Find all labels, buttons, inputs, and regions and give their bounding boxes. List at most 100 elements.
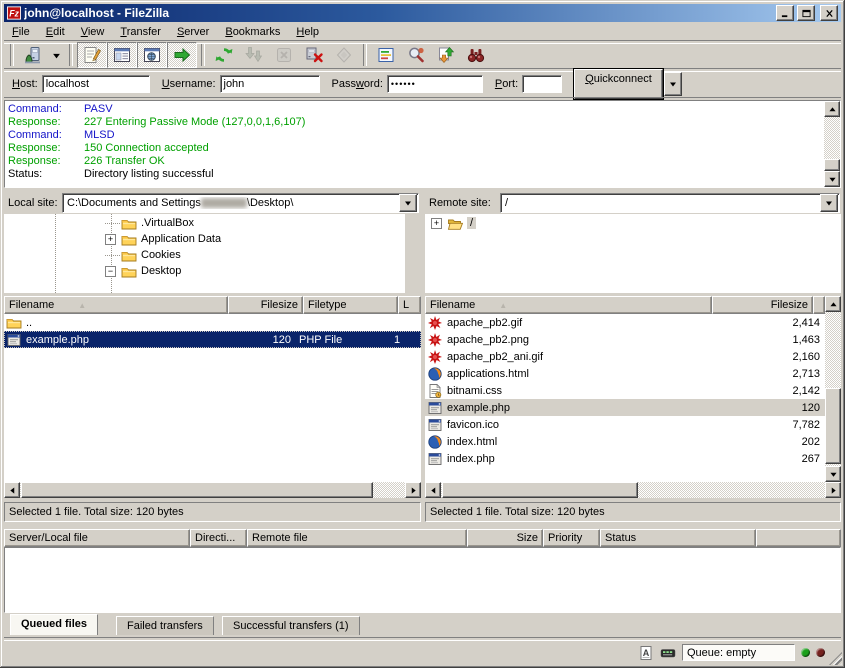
- speed-limit-icon[interactable]: [660, 645, 676, 661]
- toggle-transfer-queue-button[interactable]: [167, 42, 197, 68]
- close-icon: [825, 9, 834, 18]
- file-row-index-php[interactable]: index.php267: [425, 450, 825, 467]
- local-col-filesize[interactable]: Filesize: [228, 296, 303, 314]
- local-site-dropdown[interactable]: [399, 194, 417, 212]
- sync-browse-button[interactable]: [431, 42, 461, 68]
- tree-expander-plus-icon[interactable]: +: [431, 218, 442, 229]
- scroll-down-icon[interactable]: [824, 171, 840, 187]
- message-log-scrollbar[interactable]: [824, 101, 840, 187]
- toggle-message-log-button[interactable]: [77, 42, 107, 68]
- queue-col-priority[interactable]: Priority: [543, 529, 600, 547]
- scrollbar-thumb[interactable]: [21, 482, 373, 498]
- toggle-local-tree-button[interactable]: [107, 42, 137, 68]
- find-button[interactable]: [461, 42, 491, 68]
- scrollbar-thumb[interactable]: [824, 159, 840, 171]
- refresh-button[interactable]: [209, 42, 239, 68]
- remote-col-filename[interactable]: Filename▲: [425, 296, 712, 314]
- quickconnect-button[interactable]: Quickconnect: [574, 69, 663, 99]
- sort-asc-icon: ▲: [499, 301, 507, 310]
- toggle-remote-tree-button[interactable]: [137, 42, 167, 68]
- close-button[interactable]: [820, 5, 838, 21]
- scroll-left-icon[interactable]: [4, 482, 20, 498]
- site-manager-button[interactable]: [18, 42, 48, 68]
- tree-expander-minus-icon[interactable]: −: [105, 266, 116, 277]
- site-manager-dropdown[interactable]: [48, 42, 65, 68]
- scrollbar-thumb[interactable]: [825, 388, 841, 464]
- menu-transfer[interactable]: Transfer: [112, 24, 169, 40]
- remote-col-filesize[interactable]: Filesize: [712, 296, 813, 314]
- remote-site-dropdown[interactable]: [820, 194, 838, 212]
- host-input[interactable]: localhost: [42, 75, 150, 93]
- tree-item--virtualbox[interactable]: .VirtualBox: [4, 216, 405, 232]
- port-input[interactable]: [522, 75, 562, 93]
- file-row-bitnami-css[interactable]: bitnami.css2,142: [425, 382, 825, 399]
- queue-col-directi-[interactable]: Directi...: [190, 529, 247, 547]
- file-row-example-php[interactable]: example.php120: [425, 399, 825, 416]
- scroll-right-icon[interactable]: [405, 482, 421, 498]
- local-site-combo[interactable]: C:\Documents and Settings\Desktop\: [62, 193, 419, 213]
- tree-item-cookies[interactable]: Cookies: [4, 248, 405, 264]
- menu-bookmarks[interactable]: Bookmarks: [217, 24, 288, 40]
- minimize-button[interactable]: [776, 5, 794, 21]
- file-row-apache-pb2-ani-gif[interactable]: apache_pb2_ani.gif2,160: [425, 348, 825, 365]
- file-row--[interactable]: ..: [4, 314, 421, 331]
- folder-icon: [121, 232, 137, 248]
- scroll-left-icon[interactable]: [425, 482, 441, 498]
- disconnect-button[interactable]: [299, 42, 329, 68]
- menu-help[interactable]: Help: [288, 24, 327, 40]
- file-row-applications-html[interactable]: applications.html2,713: [425, 365, 825, 382]
- remote-site-combo[interactable]: /: [500, 193, 840, 213]
- local-col-filetype[interactable]: Filetype: [303, 296, 398, 314]
- tab-queued-files[interactable]: Queued files: [10, 614, 98, 635]
- tree-connector: [105, 223, 120, 224]
- remote-list-scrollbar[interactable]: [825, 296, 841, 482]
- scroll-up-icon[interactable]: [824, 101, 840, 117]
- menu-view[interactable]: View: [73, 24, 113, 40]
- local-col-lastmodified[interactable]: L: [398, 296, 421, 314]
- compare-button[interactable]: [401, 42, 431, 68]
- remote-directory-tree[interactable]: +/: [425, 214, 841, 293]
- file-row-favicon-ico[interactable]: favicon.ico7,782: [425, 416, 825, 433]
- local-file-list[interactable]: ..example.php120PHP File1: [4, 314, 421, 482]
- queue-col-remote-file[interactable]: Remote file: [247, 529, 467, 547]
- menu-file[interactable]: File: [4, 24, 38, 40]
- tree-expander-plus-icon[interactable]: +: [105, 234, 116, 245]
- queue-col-status[interactable]: Status: [600, 529, 756, 547]
- file-row-index-html[interactable]: index.html202: [425, 433, 825, 450]
- find-icon: [466, 45, 486, 65]
- port-label: Port:: [495, 78, 518, 90]
- file-row-example-php[interactable]: example.php120PHP File1: [4, 331, 421, 348]
- message-log-icon: [82, 45, 102, 65]
- remote-list-hscrollbar[interactable]: [425, 482, 841, 498]
- filter-button[interactable]: [371, 42, 401, 68]
- quickconnect-dropdown[interactable]: [664, 72, 682, 96]
- scroll-right-icon[interactable]: [825, 482, 841, 498]
- file-row-apache-pb2-png[interactable]: apache_pb2.png1,463: [425, 331, 825, 348]
- queue-col-size[interactable]: Size: [467, 529, 543, 547]
- tree-item-root[interactable]: +/: [425, 216, 841, 232]
- local-directory-tree[interactable]: .VirtualBox+Application DataCookies−Desk…: [4, 214, 405, 293]
- local-col-filename[interactable]: Filename▲: [4, 296, 228, 314]
- queue-col-filler[interactable]: [756, 529, 841, 547]
- password-input[interactable]: ••••••: [387, 75, 483, 93]
- html-file-icon: [427, 434, 443, 450]
- scroll-down-icon[interactable]: [825, 466, 841, 482]
- queue-col-server-local-file[interactable]: Server/Local file: [4, 529, 190, 547]
- remote-status-text: Selected 1 file. Total size: 120 bytes: [425, 502, 841, 522]
- scroll-up-icon[interactable]: [825, 296, 841, 312]
- username-input[interactable]: john: [220, 75, 320, 93]
- tree-item-application-data[interactable]: +Application Data: [4, 232, 405, 248]
- tab-successful-transfers-1-[interactable]: Successful transfers (1): [222, 616, 360, 635]
- menu-edit[interactable]: Edit: [38, 24, 73, 40]
- maximize-button[interactable]: [797, 5, 815, 21]
- tree-item-desktop[interactable]: −Desktop: [4, 264, 405, 280]
- local-list-hscrollbar[interactable]: [4, 482, 421, 498]
- remote-col-filler[interactable]: [813, 296, 825, 314]
- tab-failed-transfers[interactable]: Failed transfers: [116, 616, 214, 635]
- remote-file-list[interactable]: apache_pb2.gif2,414apache_pb2.png1,463ap…: [425, 314, 825, 482]
- menu-server[interactable]: Server: [169, 24, 217, 40]
- scrollbar-thumb[interactable]: [442, 482, 638, 498]
- toolbar-grip: [10, 44, 14, 66]
- transfer-queue-list[interactable]: [4, 547, 841, 613]
- file-row-apache-pb2-gif[interactable]: apache_pb2.gif2,414: [425, 314, 825, 331]
